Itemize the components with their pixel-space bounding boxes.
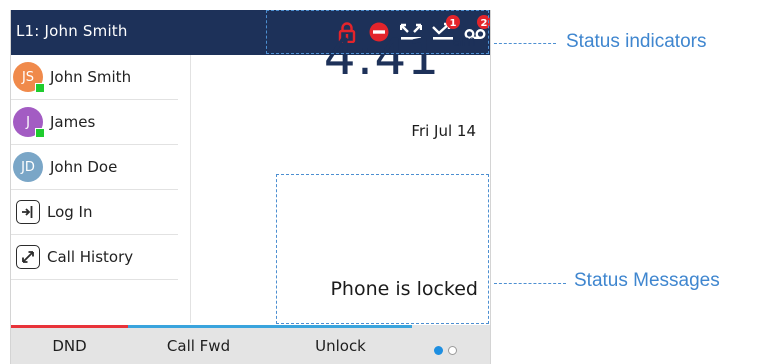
list-item-call-history[interactable]: Call History	[11, 235, 178, 280]
softkey-indicator	[128, 325, 269, 328]
status-messages-callout: Status Messages	[574, 270, 720, 291]
log-in-icon	[16, 200, 40, 224]
page-indicator-active	[434, 346, 443, 355]
list-item-label: John Smith	[50, 68, 132, 86]
softkey-label: Call Fwd	[166, 337, 231, 355]
list-item-john-doe[interactable]: JD John Doe	[11, 145, 178, 190]
list-item-label: Call History	[47, 248, 134, 266]
softkey-indicator	[269, 325, 412, 328]
list-item-james[interactable]: J James	[11, 100, 178, 145]
presence-indicator	[35, 83, 45, 93]
avatar-initials: J	[26, 114, 30, 130]
page-indicator-inactive	[448, 346, 457, 355]
call-history-icon	[16, 245, 40, 269]
list-item-john-smith[interactable]: JS John Smith	[11, 55, 178, 100]
softkey-unlock[interactable]: Unlock	[269, 325, 412, 364]
status-messages-highlight	[276, 174, 489, 324]
status-indicators-highlight	[266, 10, 489, 54]
avatar-initials: JD	[21, 159, 35, 175]
line-label: L1: John Smith	[16, 22, 128, 40]
list-item-label: James	[50, 113, 96, 131]
presence-indicator	[35, 128, 45, 138]
softkey-indicator	[11, 325, 128, 328]
status-indicators-leader	[494, 43, 556, 44]
avatar: JD	[13, 152, 43, 182]
softkey-dnd[interactable]: DND	[11, 325, 128, 364]
status-messages-leader	[494, 283, 566, 284]
softkey-label: DND	[52, 337, 87, 355]
list-item-label: Log In	[47, 203, 93, 221]
softkey-label: Unlock	[315, 337, 366, 355]
list-item-log-in[interactable]: Log In	[11, 190, 178, 235]
list-item-label: John Doe	[50, 158, 118, 176]
status-indicators-callout: Status indicators	[566, 31, 707, 52]
contact-list: JS John Smith J James JD John Doe Log In…	[11, 55, 191, 323]
softkey-bar: DND Call Fwd Unlock	[11, 325, 490, 364]
avatar-initials: JS	[21, 69, 35, 85]
avatar: J	[13, 107, 45, 138]
softkey-call-fwd[interactable]: Call Fwd	[128, 325, 269, 364]
avatar: JS	[13, 62, 45, 93]
clock-date: Fri Jul 14	[411, 122, 476, 140]
